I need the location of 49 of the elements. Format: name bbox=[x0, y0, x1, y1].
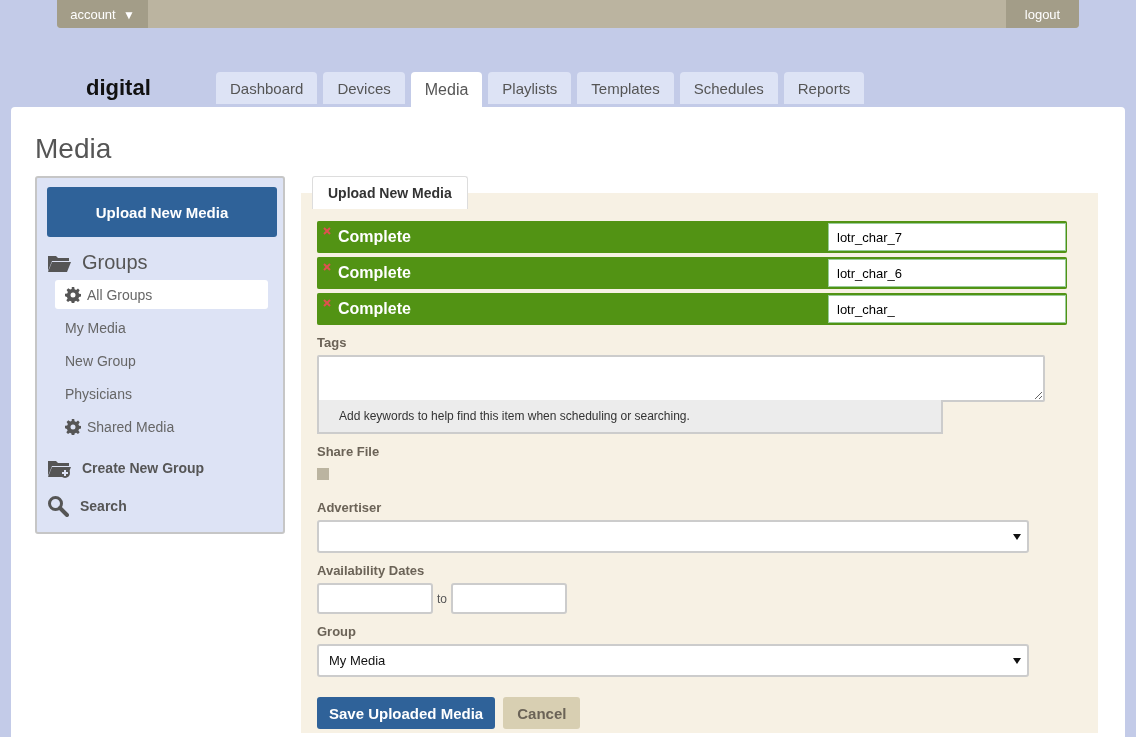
folder-plus-icon bbox=[47, 458, 71, 478]
nav-tab[interactable]: Templates bbox=[577, 72, 674, 104]
cancel-button[interactable]: Cancel bbox=[503, 697, 581, 729]
advertiser-select[interactable] bbox=[317, 520, 1029, 553]
group-item[interactable]: Physicians bbox=[55, 379, 268, 408]
remove-icon[interactable] bbox=[323, 299, 331, 307]
to-label: to bbox=[437, 591, 447, 606]
group-item[interactable]: All Groups bbox=[55, 280, 268, 309]
gear-icon bbox=[65, 418, 81, 435]
upload-status: Complete bbox=[338, 300, 412, 318]
group-item[interactable]: Shared Media bbox=[55, 412, 268, 441]
remove-icon[interactable] bbox=[323, 227, 331, 235]
create-group-link[interactable]: Create New Group bbox=[47, 453, 205, 483]
tags-label: Tags bbox=[317, 335, 348, 350]
nav-tab[interactable]: Reports bbox=[783, 72, 865, 104]
caret-icon bbox=[1013, 657, 1021, 664]
gear-icon bbox=[65, 286, 81, 303]
help-text: Add keywords to help find this item when scheduling or searching. bbox=[317, 400, 943, 434]
upload-button[interactable]: Upload New Media bbox=[47, 187, 277, 237]
share-label: Share File bbox=[317, 444, 381, 459]
remove-icon[interactable] bbox=[323, 263, 331, 271]
nav-tab[interactable]: Media bbox=[410, 72, 483, 107]
advertiser-label: Advertiser bbox=[317, 500, 383, 515]
share-checkbox[interactable] bbox=[317, 468, 329, 480]
logo: digital bbox=[85, 75, 152, 101]
group-label: Group bbox=[317, 624, 357, 639]
start-date-field[interactable] bbox=[317, 583, 433, 614]
nav-tab[interactable]: Playlists bbox=[488, 72, 572, 104]
file-name-field[interactable]: lotr_char_6 bbox=[828, 259, 1066, 287]
panel-tab[interactable]: Upload New Media bbox=[312, 176, 468, 209]
caret-icon bbox=[1013, 533, 1021, 540]
upload-status: Complete bbox=[338, 264, 412, 282]
search-icon bbox=[47, 495, 69, 517]
end-date-field[interactable] bbox=[451, 583, 567, 614]
file-name-field[interactable]: lotr_char_ bbox=[828, 295, 1066, 323]
save-button[interactable]: Save Uploaded Media bbox=[317, 697, 496, 729]
group-item[interactable]: My Media bbox=[55, 313, 268, 342]
groups-heading: Groups bbox=[82, 251, 148, 274]
nav-tab[interactable]: Devices bbox=[323, 72, 405, 104]
upload-status: Complete bbox=[338, 228, 412, 246]
group-item[interactable]: New Group bbox=[55, 346, 268, 375]
nav-tab[interactable]: Schedules bbox=[679, 72, 778, 104]
nav-tab[interactable]: Dashboard bbox=[216, 72, 318, 104]
page-title: Media bbox=[35, 132, 113, 166]
search-link[interactable]: Search bbox=[47, 491, 127, 521]
file-name-field[interactable]: lotr_char_7 bbox=[828, 223, 1066, 251]
group-select[interactable]: My Media bbox=[317, 644, 1029, 677]
dates-label: Availability Dates bbox=[317, 563, 426, 578]
tags-field[interactable] bbox=[317, 355, 1045, 402]
